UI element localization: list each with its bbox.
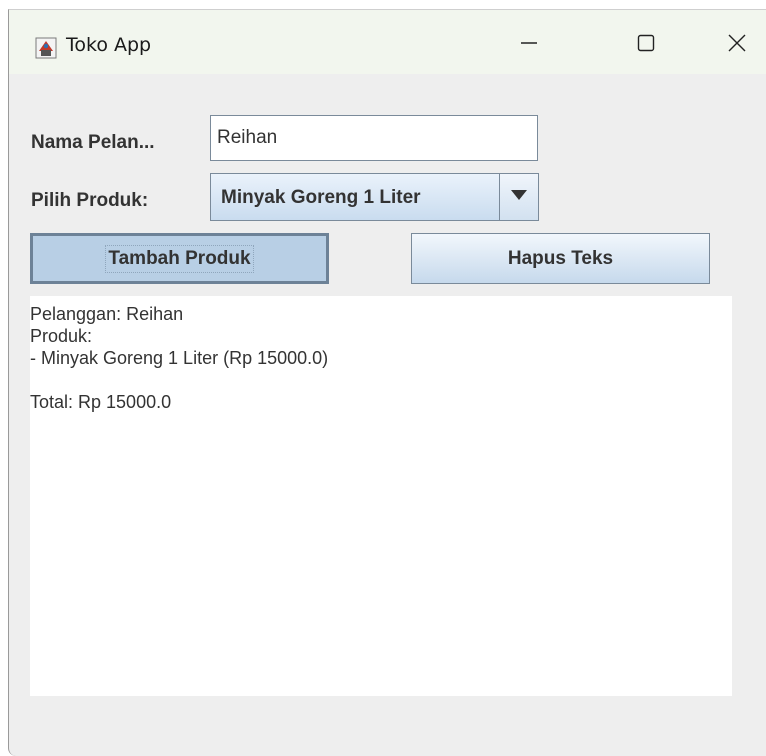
- customer-name-input[interactable]: [210, 115, 538, 161]
- title-bar[interactable]: Toko App: [9, 10, 766, 74]
- window-title: Toko App: [66, 34, 152, 56]
- receipt-product-item: - Minyak Goreng 1 Liter (Rp 15000.0): [30, 348, 329, 368]
- chevron-down-icon: [510, 188, 528, 206]
- maximize-icon: [636, 33, 656, 58]
- maximize-button[interactable]: [616, 24, 676, 66]
- java-app-icon: [35, 37, 57, 59]
- close-icon: [727, 33, 747, 58]
- minimize-icon: [519, 33, 539, 58]
- receipt-products-heading: Produk:: [30, 326, 93, 346]
- desktop: Toko App Nama Pelan... Pilih Produk: Mi: [0, 0, 766, 756]
- product-select[interactable]: Minyak Goreng 1 Liter: [210, 173, 539, 221]
- app-window: Toko App Nama Pelan... Pilih Produk: Mi: [8, 9, 766, 756]
- clear-text-label: Hapus Teks: [507, 247, 614, 269]
- product-dropdown-button[interactable]: [499, 174, 538, 220]
- receipt-customer-line: Pelanggan: Reihan: [30, 304, 184, 324]
- receipt-blank-line: [30, 369, 732, 391]
- minimize-button[interactable]: [499, 24, 559, 66]
- receipt-text-area[interactable]: Pelanggan: Reihan Produk: - Minyak Goren…: [30, 296, 732, 696]
- product-label: Pilih Produk:: [31, 190, 149, 211]
- product-select-value: Minyak Goreng 1 Liter: [221, 187, 421, 208]
- customer-name-label: Nama Pelan...: [31, 132, 155, 153]
- add-product-button[interactable]: Tambah Produk: [30, 233, 329, 284]
- add-product-label: Tambah Produk: [105, 244, 254, 273]
- clear-text-button[interactable]: Hapus Teks: [411, 233, 710, 284]
- close-button[interactable]: [707, 24, 766, 66]
- receipt-total-line: Total: Rp 15000.0: [30, 392, 172, 412]
